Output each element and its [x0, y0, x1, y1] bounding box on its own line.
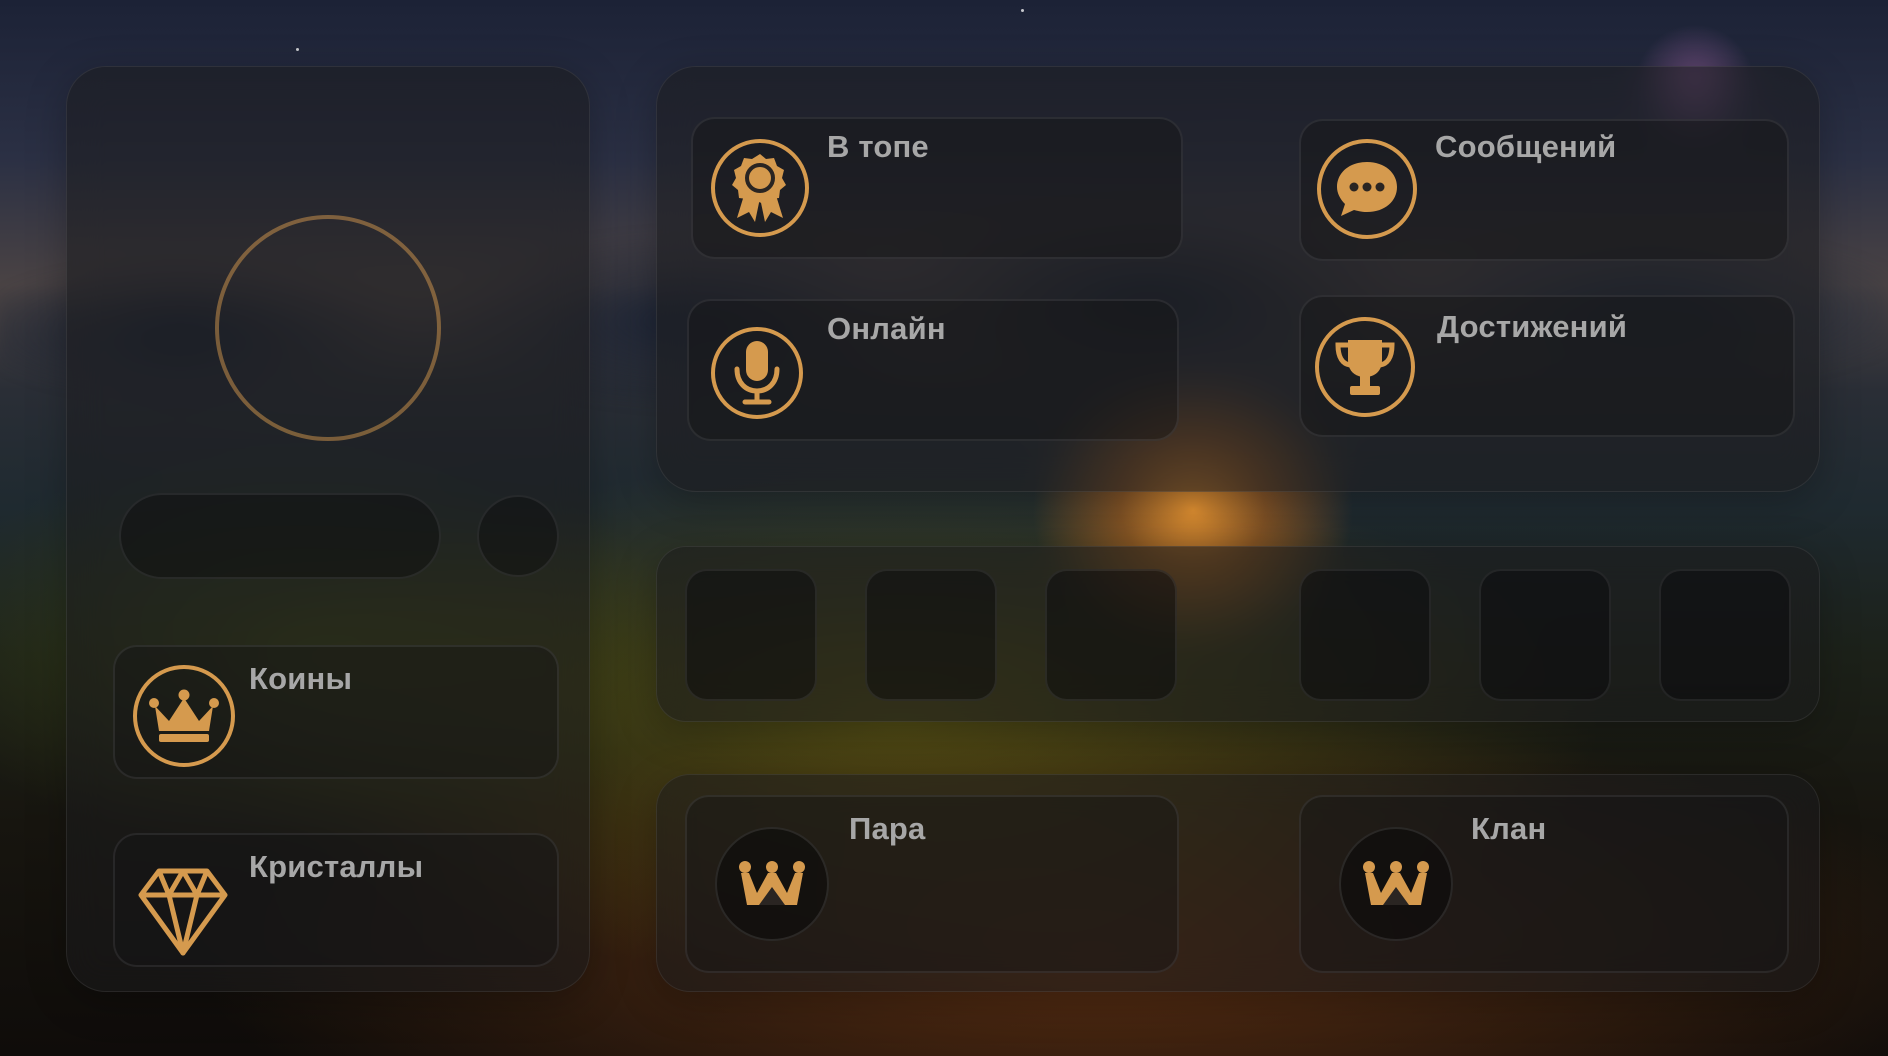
- slot-6[interactable]: [1659, 569, 1791, 701]
- slot-5[interactable]: [1479, 569, 1611, 701]
- status-dot-button[interactable]: [477, 495, 559, 577]
- stat-label-online: Онлайн: [827, 311, 946, 346]
- star: [296, 48, 299, 51]
- slot-1[interactable]: [685, 569, 817, 701]
- clan-card[interactable]: Клан: [1299, 795, 1789, 973]
- stat-label-achievements: Достижений: [1437, 309, 1628, 344]
- slot-2[interactable]: [865, 569, 997, 701]
- chat-icon: [1317, 139, 1417, 239]
- stats-panel: В топе Сообщений Онлайн Достижений: [656, 66, 1820, 492]
- avatar-placeholder[interactable]: [215, 215, 441, 441]
- stat-label-messages: Сообщений: [1435, 129, 1617, 164]
- couple-crown-icon: [715, 827, 829, 941]
- stat-card-achievements[interactable]: Достижений: [1299, 295, 1795, 437]
- diamond-icon: [137, 865, 233, 957]
- slots-panel: [656, 546, 1820, 722]
- profile-panel: Коины Кристаллы: [66, 66, 590, 992]
- stat-card-top[interactable]: В топе: [691, 117, 1183, 259]
- crystals-card[interactable]: Кристаллы: [113, 833, 559, 967]
- award-icon: [711, 139, 809, 237]
- star: [1021, 9, 1024, 12]
- stat-card-online[interactable]: Онлайн: [687, 299, 1179, 441]
- crystals-label: Кристаллы: [249, 849, 424, 884]
- stat-card-messages[interactable]: Сообщений: [1299, 119, 1789, 261]
- microphone-icon: [711, 327, 803, 419]
- clan-crown-icon: [1339, 827, 1453, 941]
- relations-panel: Пара Клан: [656, 774, 1820, 992]
- slot-3[interactable]: [1045, 569, 1177, 701]
- pair-card[interactable]: Пара: [685, 795, 1179, 973]
- pair-label: Пара: [849, 811, 926, 846]
- trophy-icon: [1315, 317, 1415, 417]
- crown-icon: [133, 665, 235, 767]
- clan-label: Клан: [1471, 811, 1547, 846]
- slot-4[interactable]: [1299, 569, 1431, 701]
- nickname-field[interactable]: [119, 493, 441, 579]
- coins-label: Коины: [249, 661, 353, 696]
- stat-label-top: В топе: [827, 129, 929, 164]
- coins-card[interactable]: Коины: [113, 645, 559, 779]
